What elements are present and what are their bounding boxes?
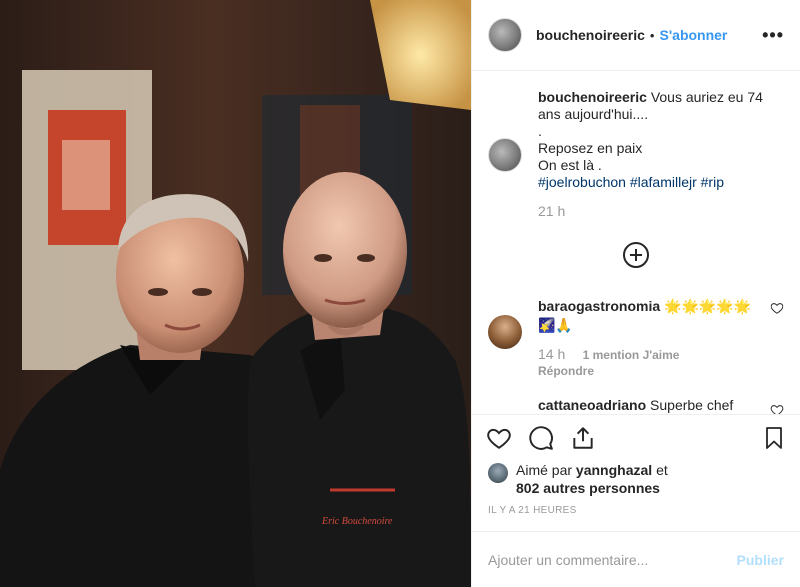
bookmark-icon[interactable] <box>762 425 786 451</box>
comment-text: Superbe chef <box>650 397 734 413</box>
comments-list[interactable]: bouchenoireeric Vous auriez eu 74 ans au… <box>472 71 800 414</box>
comment-item: cattaneoadriano Superbe chef <box>488 397 784 414</box>
likes-conj: et <box>656 462 668 478</box>
caption-time[interactable]: 21 h <box>538 203 778 220</box>
like-comment-heart-icon[interactable] <box>770 301 784 315</box>
comment-username[interactable]: baraogastronomia <box>538 298 660 314</box>
caption-line-4: On est là . <box>538 157 602 173</box>
add-comment-bar: Publier <box>472 531 800 587</box>
post-caption: bouchenoireeric Vous auriez eu 74 ans au… <box>488 89 784 220</box>
comment-bubble-icon[interactable] <box>528 425 554 451</box>
header-separator: • <box>649 27 655 43</box>
caption-line-3: Reposez en paix <box>538 140 643 156</box>
comment-item: baraogastronomia 🌟🌟🌟🌟🌟 🌠🙏 14 h 1 mention… <box>488 297 784 379</box>
like-heart-icon[interactable] <box>486 425 512 451</box>
post-header: bouchenoireeric • S'abonner ••• <box>472 0 800 71</box>
comment-input[interactable] <box>488 551 737 568</box>
caption-username[interactable]: bouchenoireeric <box>538 89 647 105</box>
post-date[interactable]: IL Y A 21 HEURES <box>472 505 800 531</box>
more-options-icon[interactable]: ••• <box>762 25 784 46</box>
liker-avatar[interactable] <box>488 463 508 483</box>
comment-time[interactable]: 14 h <box>538 346 565 362</box>
caption-hashtags[interactable]: #joelrobuchon #lafamillejr #rip <box>538 174 778 191</box>
load-more-comments[interactable] <box>488 242 784 270</box>
instagram-post-modal: Eric Bouchenoire bouchenoireeric • S'abo… <box>0 0 800 587</box>
likes-prefix: Aimé par <box>516 462 573 478</box>
post-photo[interactable]: Eric Bouchenoire <box>0 0 471 587</box>
likes-summary: Aimé par yannghazal et 802 autres person… <box>472 461 800 505</box>
post-photo-illustration: Eric Bouchenoire <box>0 0 471 587</box>
post-side-panel: bouchenoireeric • S'abonner ••• boucheno… <box>471 0 800 587</box>
jacket-embroidery: Eric Bouchenoire <box>321 516 393 527</box>
caption-author-avatar[interactable] <box>488 138 522 172</box>
plus-circle-icon[interactable] <box>623 242 649 268</box>
likes-others[interactable]: 802 autres personnes <box>516 480 660 496</box>
share-icon[interactable] <box>570 425 596 451</box>
comment-likes[interactable]: 1 mention J'aime <box>583 348 680 362</box>
author-username[interactable]: bouchenoireeric <box>536 27 645 43</box>
post-actions <box>472 414 800 461</box>
publish-button[interactable]: Publier <box>737 552 784 568</box>
caption-line-2: . <box>538 123 542 139</box>
like-comment-heart-icon[interactable] <box>770 403 784 414</box>
follow-button[interactable]: S'abonner <box>659 27 727 43</box>
reply-button[interactable]: Répondre <box>538 364 764 379</box>
commenter-avatar[interactable] <box>488 315 522 349</box>
liker-username[interactable]: yannghazal <box>576 462 652 478</box>
author-avatar[interactable] <box>488 18 522 52</box>
comment-username[interactable]: cattaneoadriano <box>538 397 646 413</box>
